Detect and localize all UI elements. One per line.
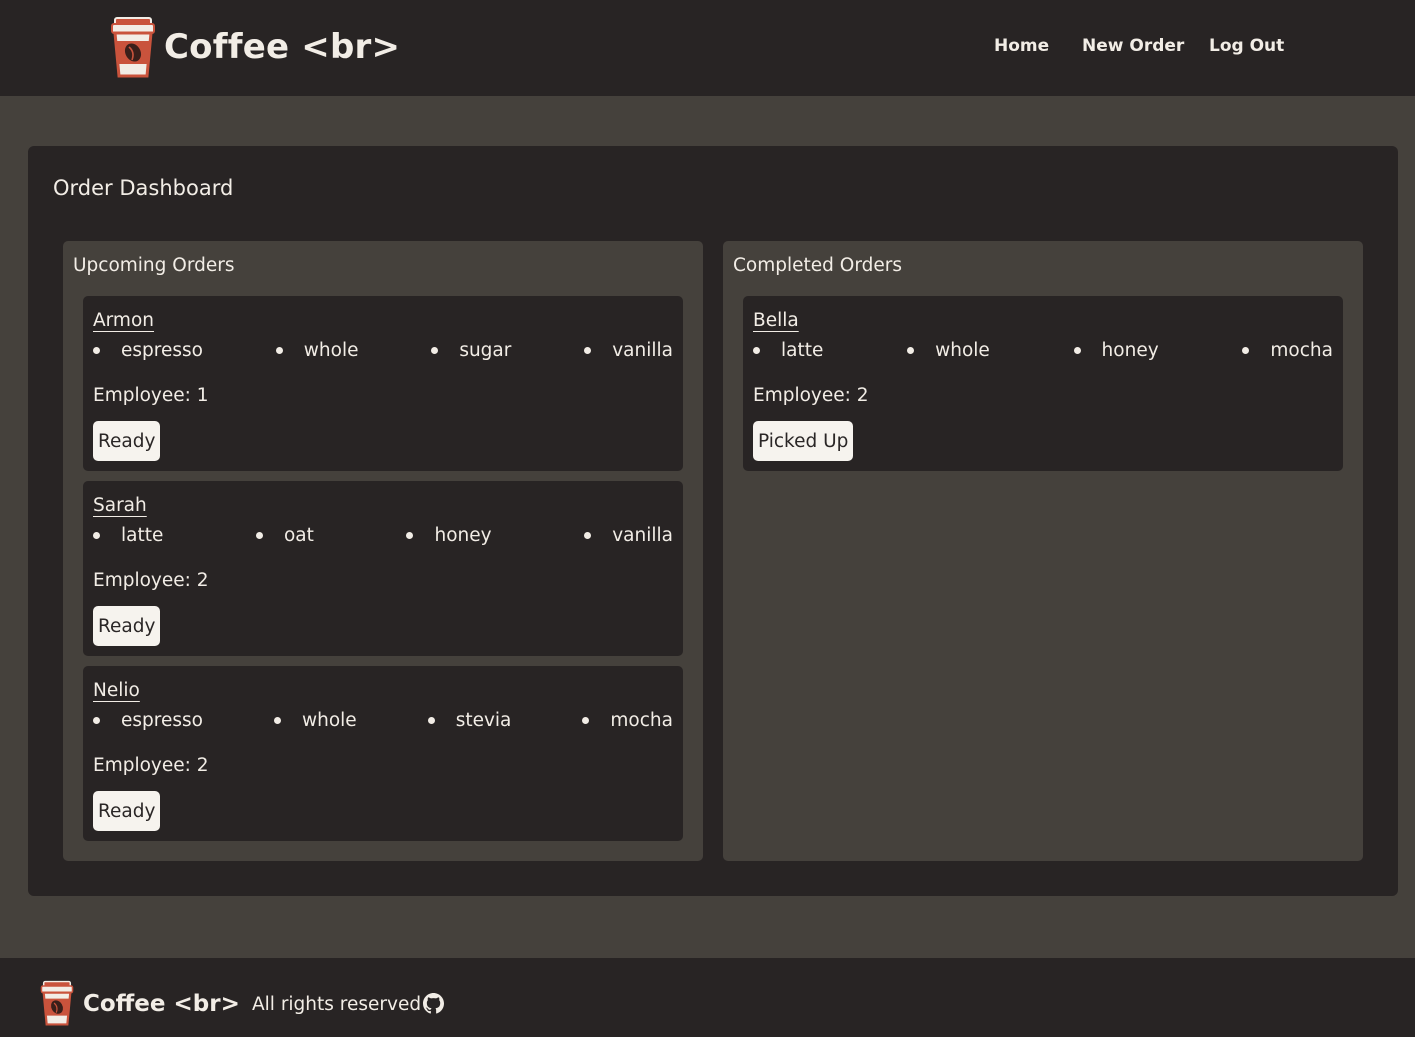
completed-orders-title: Completed Orders [733,255,902,276]
bullet-icon [93,532,100,539]
bullet-icon [431,347,439,354]
ingredient-item: stevia [427,710,511,731]
completed-orders-column: Completed Orders Bella latte whole honey… [723,241,1363,861]
ingredient-list: latte oat honey vanilla [93,525,673,546]
ingredient-item: mocha [1242,340,1333,361]
ingredient-item: espresso [93,340,203,361]
ingredient-item: whole [275,340,358,361]
employee-label: Employee: 2 [93,570,209,591]
order-dashboard: Order Dashboard Upcoming Orders Armon es… [28,146,1398,896]
bullet-icon [93,347,100,354]
ingredient-item: espresso [93,710,203,731]
employee-label: Employee: 2 [93,755,209,776]
order-card: Sarah latte oat honey vanilla Employee: … [83,481,683,656]
nav-new-order-link[interactable]: New Order [1082,36,1184,56]
nav-home-link[interactable]: Home [994,36,1049,56]
bullet-icon [584,347,592,354]
upcoming-orders-title: Upcoming Orders [73,255,235,276]
ingredient-item: mocha [582,710,673,731]
bullet-icon [255,532,263,539]
bullet-icon [406,532,414,539]
ingredient-item: whole [907,340,990,361]
coffee-cup-logo-icon [40,980,74,1026]
ingredient-list: espresso whole sugar vanilla [93,340,673,361]
bullet-icon [93,717,100,724]
ingredient-item: whole [273,710,357,731]
bullet-icon [753,347,760,354]
ready-button[interactable]: Ready [93,791,161,831]
employee-label: Employee: 2 [753,385,869,406]
order-customer-name[interactable]: Armon [93,310,154,331]
picked-up-button[interactable]: Picked Up [753,421,854,461]
footer-brand-name: Coffee <br> [83,991,240,1017]
github-icon[interactable] [423,993,444,1014]
page-title: Order Dashboard [53,176,234,200]
order-customer-name[interactable]: Sarah [93,495,147,516]
ingredient-item: honey [406,525,492,546]
bullet-icon [1073,347,1081,354]
ready-button[interactable]: Ready [93,606,161,646]
order-customer-name[interactable]: Nelio [93,680,140,701]
ingredient-item: vanilla [584,525,673,546]
ingredient-item: vanilla [584,340,673,361]
bullet-icon [275,347,283,354]
ingredient-list: espresso whole stevia mocha [93,710,673,731]
ingredient-list: latte whole honey mocha [753,340,1333,361]
nav-log-out-link[interactable]: Log Out [1209,36,1284,56]
bullet-icon [427,717,435,724]
ingredient-item: latte [753,340,823,361]
bullet-icon [582,717,590,724]
upcoming-orders-column: Upcoming Orders Armon espresso whole sug… [63,241,703,861]
bullet-icon [273,717,281,724]
main-nav: Home New Order Log Out [0,36,1415,60]
bullet-icon [907,347,915,354]
site-header: Coffee <br> Home New Order Log Out [0,0,1415,96]
ingredient-item: honey [1073,340,1159,361]
bullet-icon [584,532,592,539]
ready-button[interactable]: Ready [93,421,161,461]
site-footer: Coffee <br> All rights reserved [0,958,1415,1037]
ingredient-item: oat [255,525,314,546]
ingredient-item: sugar [431,340,511,361]
order-card: Nelio espresso whole stevia mocha Employ… [83,666,683,841]
employee-label: Employee: 1 [93,385,209,406]
bullet-icon [1242,347,1250,354]
order-card: Armon espresso whole sugar vanilla Emplo… [83,296,683,471]
footer-copyright: All rights reserved [252,994,422,1015]
order-customer-name[interactable]: Bella [753,310,799,331]
order-card: Bella latte whole honey mocha Employee: … [743,296,1343,471]
ingredient-item: latte [93,525,163,546]
